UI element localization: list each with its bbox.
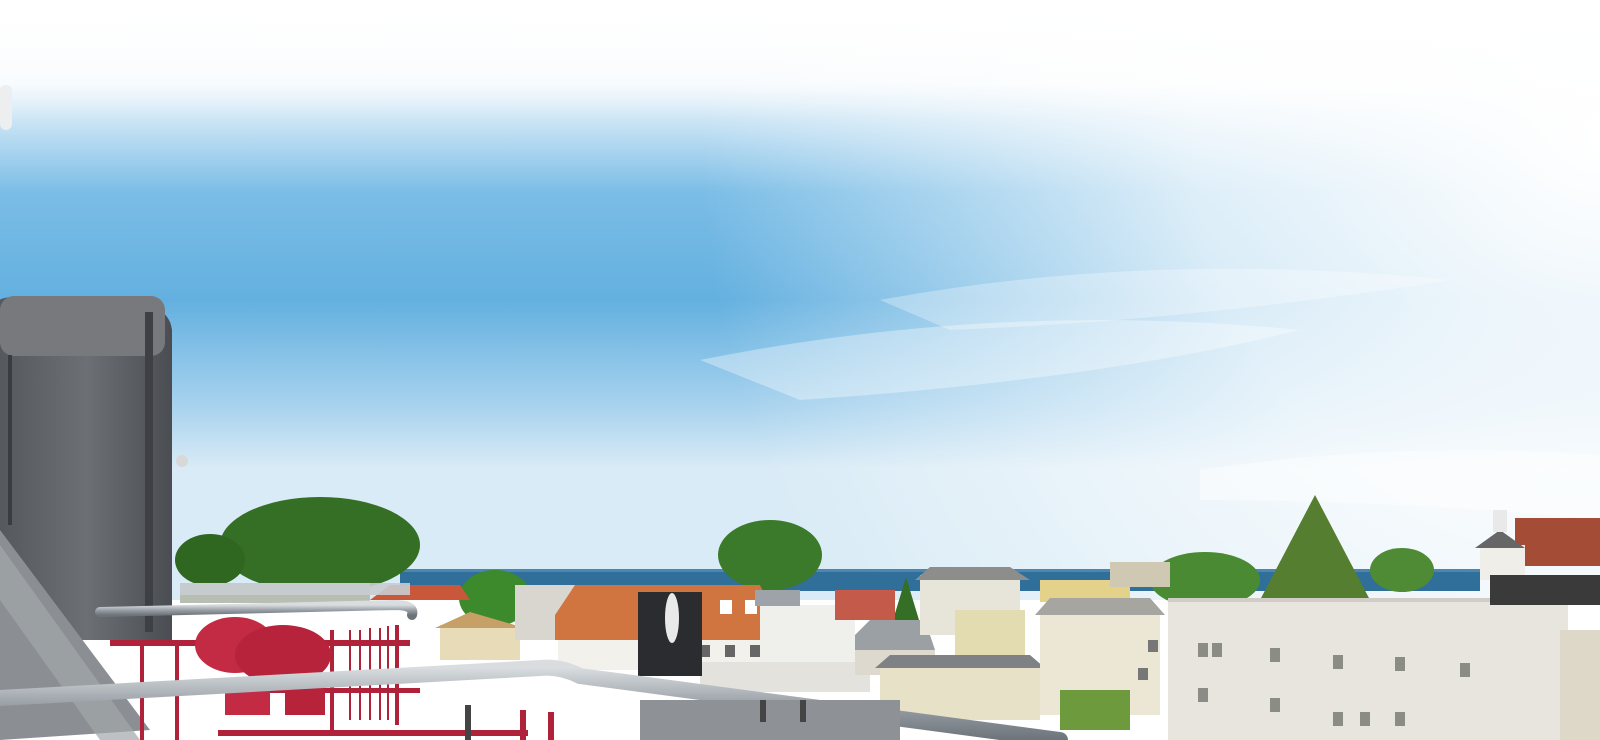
hero-photo bbox=[0, 0, 1600, 740]
satellite-dish bbox=[665, 593, 679, 643]
photo-scene bbox=[0, 0, 1600, 740]
red-chairs bbox=[195, 617, 331, 715]
terrace-steel-rail bbox=[95, 599, 418, 620]
